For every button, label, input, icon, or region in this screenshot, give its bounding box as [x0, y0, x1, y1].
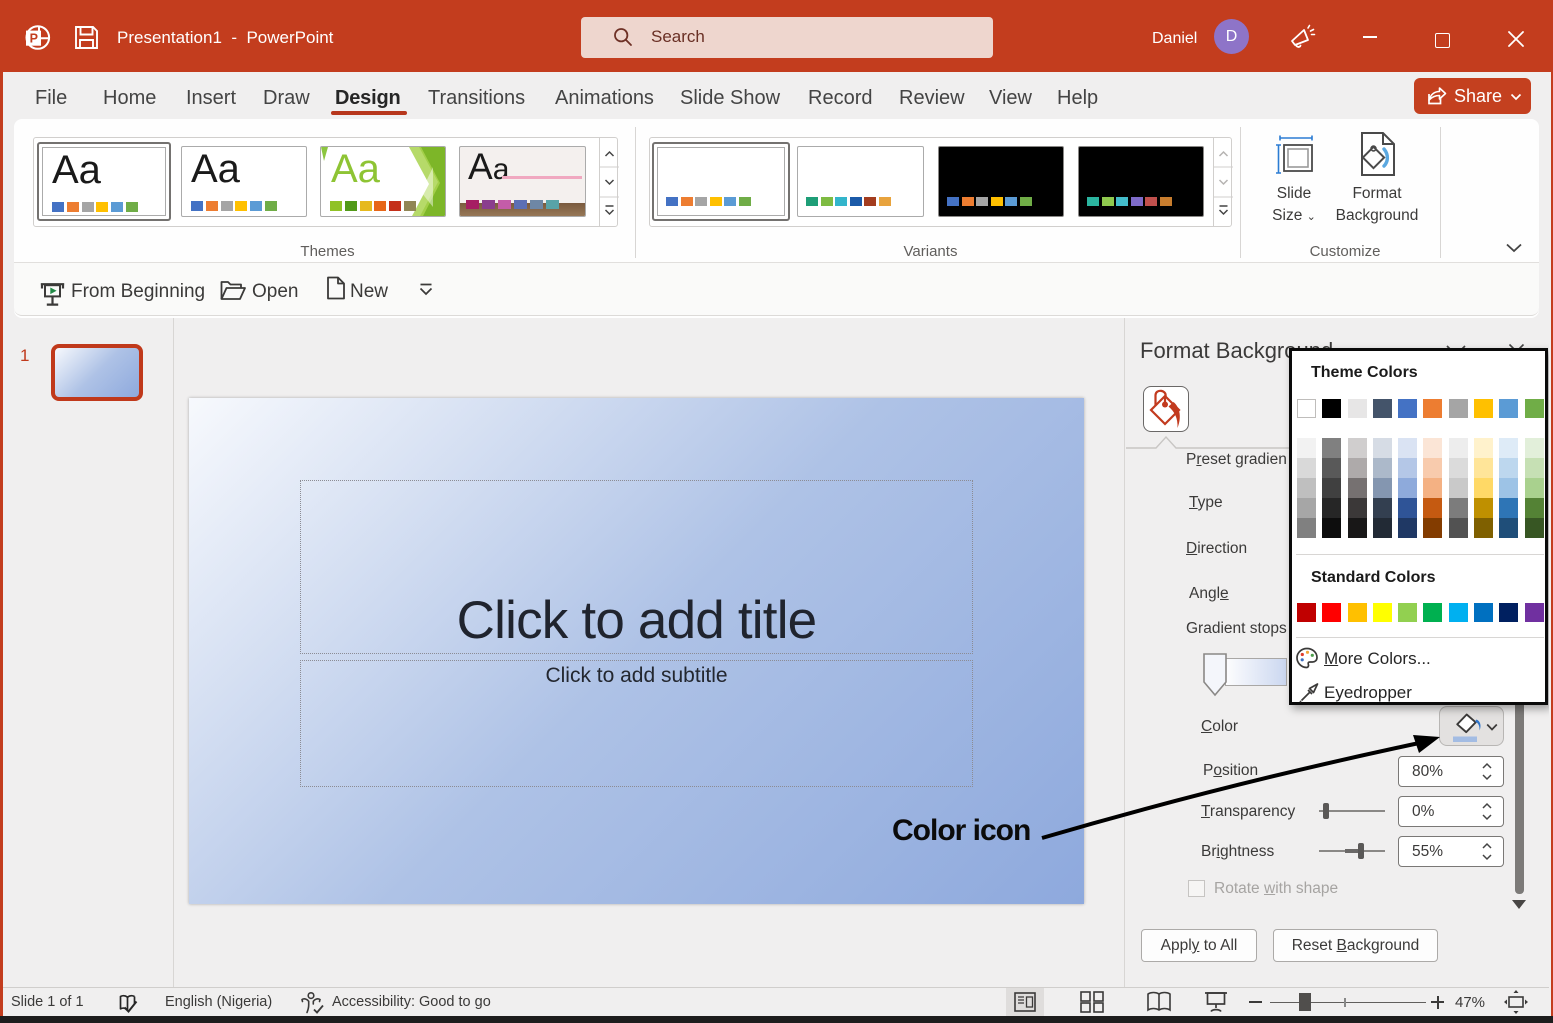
svg-text:P: P	[30, 32, 38, 46]
